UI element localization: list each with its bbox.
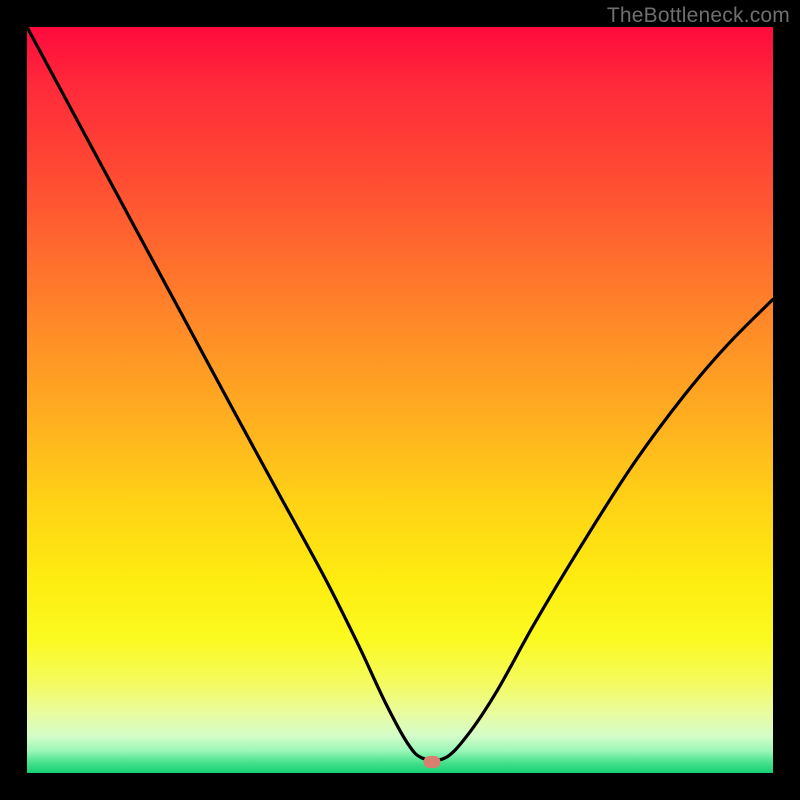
watermark-text: TheBottleneck.com — [607, 4, 790, 28]
bottleneck-curve — [27, 27, 773, 773]
optimum-marker — [424, 756, 441, 768]
chart-frame: TheBottleneck.com — [0, 0, 800, 800]
plot-area — [27, 27, 773, 773]
